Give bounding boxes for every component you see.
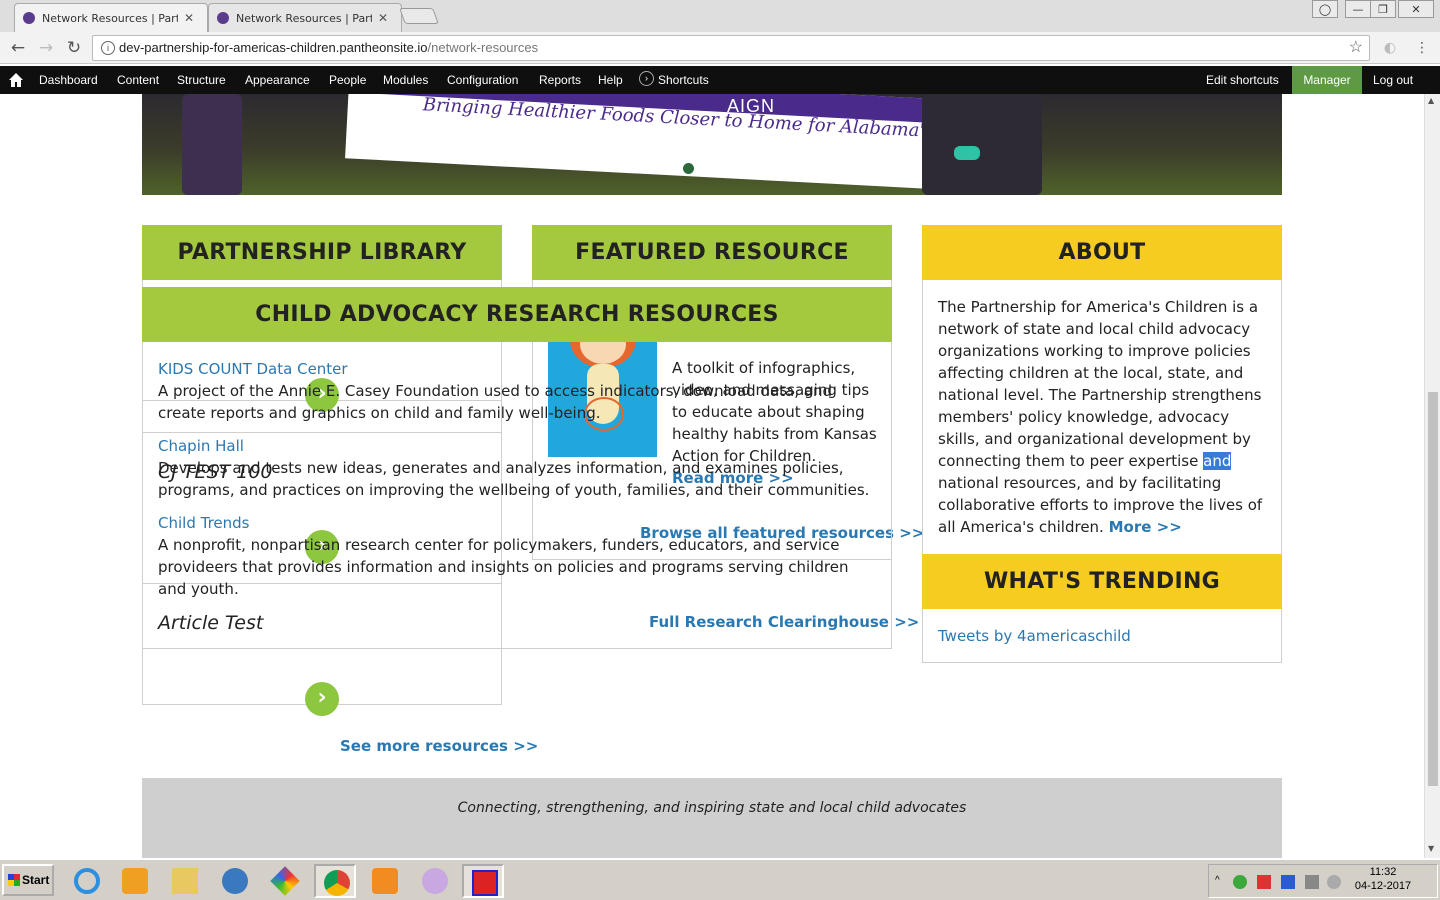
admin-menu-people[interactable]: People bbox=[329, 73, 366, 87]
site-info-icon[interactable]: i bbox=[101, 41, 115, 55]
about-text-part: The Partnership for America's Children i… bbox=[938, 298, 1262, 470]
media-player-icon[interactable] bbox=[114, 864, 156, 898]
footer-tagline: Connecting, strengthening, and inspiring… bbox=[457, 800, 967, 816]
research-resources-title: CHILD ADVOCACY RESEARCH RESOURCES bbox=[142, 287, 892, 342]
tab-network-resources-1[interactable]: Network Resources | Partne ✕ bbox=[14, 3, 208, 32]
admin-menu-reports[interactable]: Reports bbox=[539, 73, 581, 87]
scroll-up-arrow-icon[interactable]: ▲ bbox=[1428, 96, 1434, 105]
research-item-description: A project of the Annie E. Casey Foundati… bbox=[158, 382, 832, 422]
tray-volume-icon[interactable] bbox=[1327, 875, 1341, 889]
research-item-name[interactable]: KIDS COUNT Data Center bbox=[158, 360, 348, 378]
browser-toolbar: ← → ↻ i dev-partnership-for-americas-chi… bbox=[0, 32, 1440, 64]
address-bar[interactable]: i dev-partnership-for-americas-children.… bbox=[92, 35, 1370, 61]
clock-date: 04-12-2017 bbox=[1354, 880, 1412, 892]
research-item-description: A nonprofit, nonpartisan research center… bbox=[158, 536, 849, 598]
file-explorer-icon[interactable] bbox=[164, 864, 206, 898]
research-clearinghouse-link[interactable]: Full Research Clearinghouse >> bbox=[649, 613, 919, 631]
home-icon[interactable] bbox=[8, 72, 24, 88]
edit-shortcuts-link[interactable]: Edit shortcuts bbox=[1206, 73, 1279, 87]
admin-menu-appearance[interactable]: Appearance bbox=[245, 73, 310, 87]
minimize-button[interactable]: — bbox=[1345, 0, 1371, 18]
new-tab-button[interactable] bbox=[399, 8, 439, 24]
url-host: dev-partnership-for-americas-children.pa… bbox=[119, 40, 428, 55]
reload-icon[interactable]: ↻ bbox=[64, 38, 84, 58]
tray-network-icon[interactable] bbox=[1305, 875, 1319, 889]
browser-tab-strip: Network Resources | Partne ✕ Network Res… bbox=[0, 0, 1440, 32]
start-label: Start bbox=[22, 873, 50, 887]
close-tab-icon[interactable]: ✕ bbox=[378, 11, 388, 25]
scroll-down-arrow-icon[interactable]: ▼ bbox=[1428, 844, 1434, 853]
chrome-menu-icon[interactable]: ⋮ bbox=[1412, 38, 1432, 58]
restore-button[interactable]: ❐ bbox=[1370, 0, 1396, 18]
research-item-description: Develops and tests new ideas, generates … bbox=[158, 459, 870, 499]
close-window-button[interactable]: ✕ bbox=[1398, 0, 1434, 18]
sublime-text-icon[interactable] bbox=[364, 864, 406, 898]
close-tab-icon[interactable]: ✕ bbox=[184, 11, 194, 25]
admin-menu-modules[interactable]: Modules bbox=[383, 73, 428, 87]
slider-dot-2[interactable] bbox=[706, 163, 717, 174]
hero-person-left bbox=[182, 94, 242, 195]
logout-link[interactable]: Log out bbox=[1373, 73, 1413, 87]
hero-bracelet bbox=[954, 146, 980, 160]
whats-trending-title: WHAT'S TRENDING bbox=[922, 554, 1282, 609]
admin-menu-structure[interactable]: Structure bbox=[177, 73, 226, 87]
about-text-part: national resources, and by facilitating … bbox=[938, 474, 1263, 536]
research-item-name[interactable]: Child Trends bbox=[158, 514, 249, 532]
about-more-link[interactable]: More >> bbox=[1109, 518, 1182, 536]
internet-explorer-icon[interactable] bbox=[66, 864, 108, 898]
research-item-name[interactable]: Chapin Hall bbox=[158, 437, 244, 455]
bookmark-star-icon[interactable]: ☆ bbox=[1349, 36, 1363, 60]
site-footer: Connecting, strengthening, and inspiring… bbox=[142, 778, 1282, 860]
admin-toolbar: Dashboard Content Structure Appearance P… bbox=[0, 66, 1440, 94]
slider-dot-3[interactable] bbox=[729, 163, 740, 174]
hero-campaign-text: AIGN bbox=[727, 96, 776, 116]
admin-menu-configuration[interactable]: Configuration bbox=[447, 73, 518, 87]
app-red-icon[interactable] bbox=[462, 864, 504, 898]
admin-menu-help[interactable]: Help bbox=[598, 73, 623, 87]
site-favicon-icon bbox=[23, 12, 35, 24]
hero-banner: Bringing Healthier Foods Closer to Home … bbox=[345, 94, 1019, 190]
tab-title: Network Resources | Partne bbox=[42, 11, 178, 25]
slider-dots bbox=[683, 163, 740, 174]
app-diamond-icon[interactable] bbox=[264, 864, 306, 898]
shortcuts-arrow-icon: › bbox=[639, 71, 654, 86]
back-arrow-icon[interactable]: ← bbox=[8, 38, 28, 58]
paint-icon[interactable] bbox=[414, 864, 456, 898]
tray-shield-icon[interactable] bbox=[1257, 875, 1271, 889]
hero-slider: Bringing Healthier Foods Closer to Home … bbox=[142, 94, 1282, 195]
user-profile-icon[interactable]: ◯ bbox=[1312, 0, 1338, 18]
tweets-link[interactable]: Tweets by 4americaschild bbox=[938, 627, 1131, 645]
forward-arrow-icon[interactable]: → bbox=[36, 38, 56, 58]
selected-text: and bbox=[1203, 452, 1232, 470]
taskbar-clock[interactable]: 11:32 04-12-2017 bbox=[1350, 865, 1416, 893]
chevron-right-icon[interactable]: › bbox=[305, 682, 339, 716]
tray-flag-icon[interactable] bbox=[1281, 875, 1295, 889]
tab-network-resources-2[interactable]: Network Resources | Partne ✕ bbox=[208, 3, 402, 32]
featured-resource-title: FEATURED RESOURCE bbox=[532, 225, 892, 280]
see-more-resources-link[interactable]: See more resources >> bbox=[340, 737, 538, 755]
tray-app-icon[interactable] bbox=[1233, 875, 1247, 889]
site-favicon-icon bbox=[217, 12, 229, 24]
manager-tab[interactable]: Manager bbox=[1292, 66, 1362, 94]
admin-menu-content[interactable]: Content bbox=[117, 73, 159, 87]
about-text: The Partnership for America's Children i… bbox=[938, 296, 1268, 538]
hero-person-right bbox=[922, 94, 1042, 195]
network-icon[interactable] bbox=[214, 864, 256, 898]
slider-dot-1[interactable] bbox=[683, 163, 694, 174]
tray-expand-icon[interactable]: ^ bbox=[1215, 875, 1229, 889]
about-title: ABOUT bbox=[922, 225, 1282, 280]
url-path: /network-resources bbox=[427, 40, 539, 55]
clock-time: 11:32 bbox=[1369, 866, 1397, 878]
partnership-library-title: PARTNERSHIP LIBRARY bbox=[142, 225, 502, 280]
extension-icon[interactable]: ◐ bbox=[1380, 38, 1400, 58]
start-button[interactable]: Start bbox=[2, 864, 54, 896]
scrollbar-thumb[interactable] bbox=[1428, 392, 1438, 786]
windows-flag-icon bbox=[8, 874, 20, 886]
admin-menu-shortcuts[interactable]: Shortcuts bbox=[658, 73, 709, 87]
admin-menu-dashboard[interactable]: Dashboard bbox=[39, 73, 98, 87]
page-scrollbar[interactable]: ▲ ▼ bbox=[1424, 94, 1440, 858]
chrome-taskbar-icon[interactable] bbox=[314, 864, 356, 898]
tab-title: Network Resources | Partne bbox=[236, 11, 372, 25]
windows-taskbar: Start ^ 11:32 04-12-2017 bbox=[0, 858, 1440, 900]
